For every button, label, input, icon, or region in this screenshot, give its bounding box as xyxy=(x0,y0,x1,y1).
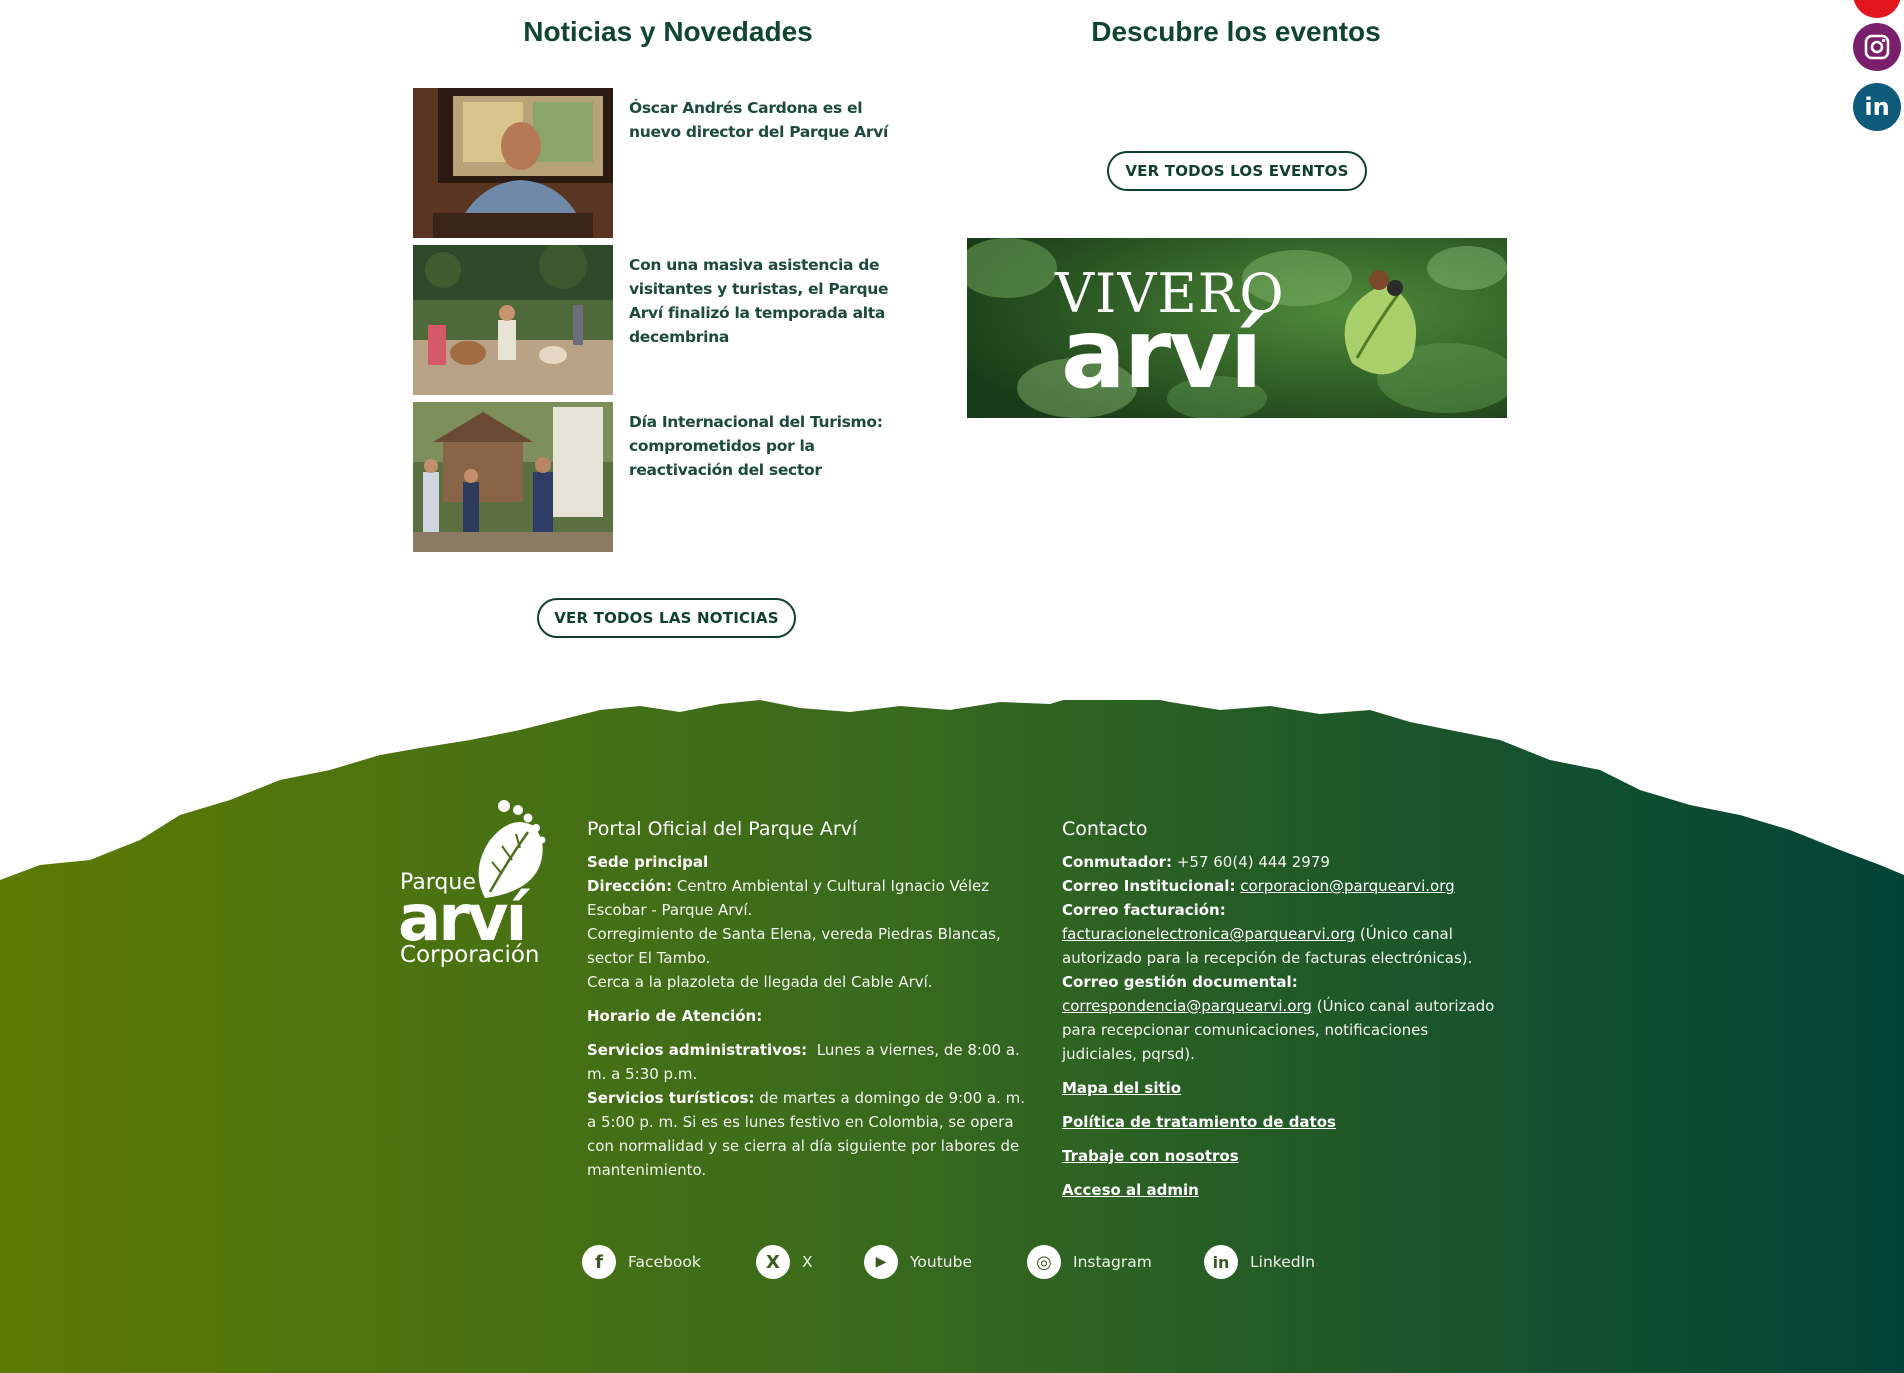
portal-title: Portal Oficial del Parque Arví xyxy=(587,818,858,840)
conmutador-label: Conmutador: xyxy=(1062,853,1173,871)
news-image[interactable] xyxy=(413,402,613,552)
privacy-policy-link[interactable]: Política de tratamiento de datos xyxy=(1062,1113,1336,1131)
facturacion-label: Correo facturación: xyxy=(1062,901,1226,919)
documental-label: Correo gestión documental: xyxy=(1062,973,1298,991)
logo-bottom-text: Corporación xyxy=(400,942,540,968)
news-image[interactable] xyxy=(413,88,613,238)
youtube-label: Youtube xyxy=(910,1253,972,1271)
news-section-title: Noticias y Novedades xyxy=(523,16,813,47)
linkedin-icon[interactable]: in xyxy=(1853,83,1901,131)
admin-access-link[interactable]: Acceso al admin xyxy=(1062,1181,1199,1199)
cerca-text: Cerca a la plazoleta de llegada del Cabl… xyxy=(587,973,933,991)
vivero-arvi-banner[interactable]: VIVERO arví xyxy=(967,238,1507,418)
youtube-icon: ▶ xyxy=(864,1245,898,1279)
contact-title: Contacto xyxy=(1062,818,1148,840)
instagram-icon: ◎ xyxy=(1027,1245,1061,1279)
instagram-icon[interactable] xyxy=(1853,23,1901,71)
footer-social-facebook[interactable]: f Facebook xyxy=(582,1244,701,1280)
news-item[interactable]: Óscar Andrés Cardona es el nuevo directo… xyxy=(413,88,923,238)
admin-services-label: Servicios administrativos: xyxy=(587,1041,808,1059)
direccion-label: Dirección: xyxy=(587,877,673,895)
all-news-button[interactable]: VER TODOS LAS NOTICIAS xyxy=(537,598,796,638)
corregimiento-text: Corregimiento de Santa Elena, vereda Pie… xyxy=(587,925,1001,967)
institucional-email-link[interactable]: corporacion@parquearvi.org xyxy=(1240,877,1454,895)
x-icon: X xyxy=(756,1245,790,1279)
footer-logo[interactable]: Parque arví Corporación xyxy=(398,800,558,975)
horario-label: Horario de Atención: xyxy=(587,1007,763,1025)
news-headline[interactable]: Día Internacional del Turismo: compromet… xyxy=(629,410,919,482)
footer-portal-column: Portal Oficial del Parque Arví Sede prin… xyxy=(587,818,1035,1182)
news-image[interactable] xyxy=(413,245,613,395)
facebook-label: Facebook xyxy=(628,1253,701,1271)
linkedin-icon: in xyxy=(1204,1245,1238,1279)
news-headline[interactable]: Con una masiva asistencia de visitantes … xyxy=(629,253,919,349)
facturacion-email-link[interactable]: facturacionelectronica@parquearvi.org xyxy=(1062,925,1355,943)
documental-email-link[interactable]: correspondencia@parquearvi.org xyxy=(1062,997,1312,1015)
news-headline[interactable]: Óscar Andrés Cardona es el nuevo directo… xyxy=(629,96,919,144)
instagram-label: Instagram xyxy=(1073,1253,1152,1271)
news-item[interactable]: Con una masiva asistencia de visitantes … xyxy=(413,245,923,395)
sede-label: Sede principal xyxy=(587,853,709,871)
footer-social-youtube[interactable]: ▶ Youtube xyxy=(864,1244,972,1280)
linkedin-label: LinkedIn xyxy=(1250,1253,1315,1271)
footer-social-x[interactable]: X X xyxy=(756,1244,813,1280)
sitemap-link[interactable]: Mapa del sitio xyxy=(1062,1079,1181,1097)
events-section-title: Descubre los eventos xyxy=(1091,16,1381,47)
x-label: X xyxy=(802,1253,813,1271)
tourist-services-label: Servicios turísticos: xyxy=(587,1089,755,1107)
news-item[interactable]: Día Internacional del Turismo: compromet… xyxy=(413,402,923,552)
footer-social-instagram[interactable]: ◎ Instagram xyxy=(1027,1244,1152,1280)
youtube-icon[interactable] xyxy=(1853,0,1901,18)
all-events-button[interactable]: VER TODOS LOS EVENTOS xyxy=(1107,151,1367,191)
conmutador-value: +57 60(4) 444 2979 xyxy=(1176,853,1330,871)
work-with-us-link[interactable]: Trabaje con nosotros xyxy=(1062,1147,1239,1165)
footer-social-linkedin[interactable]: in LinkedIn xyxy=(1204,1244,1315,1280)
banner-line2: arví xyxy=(1061,298,1263,410)
facebook-icon: f xyxy=(582,1245,616,1279)
footer-contact-column: Contacto Conmutador: +57 60(4) 444 2979 … xyxy=(1062,818,1502,1202)
institucional-label: Correo Institucional: xyxy=(1062,877,1236,895)
